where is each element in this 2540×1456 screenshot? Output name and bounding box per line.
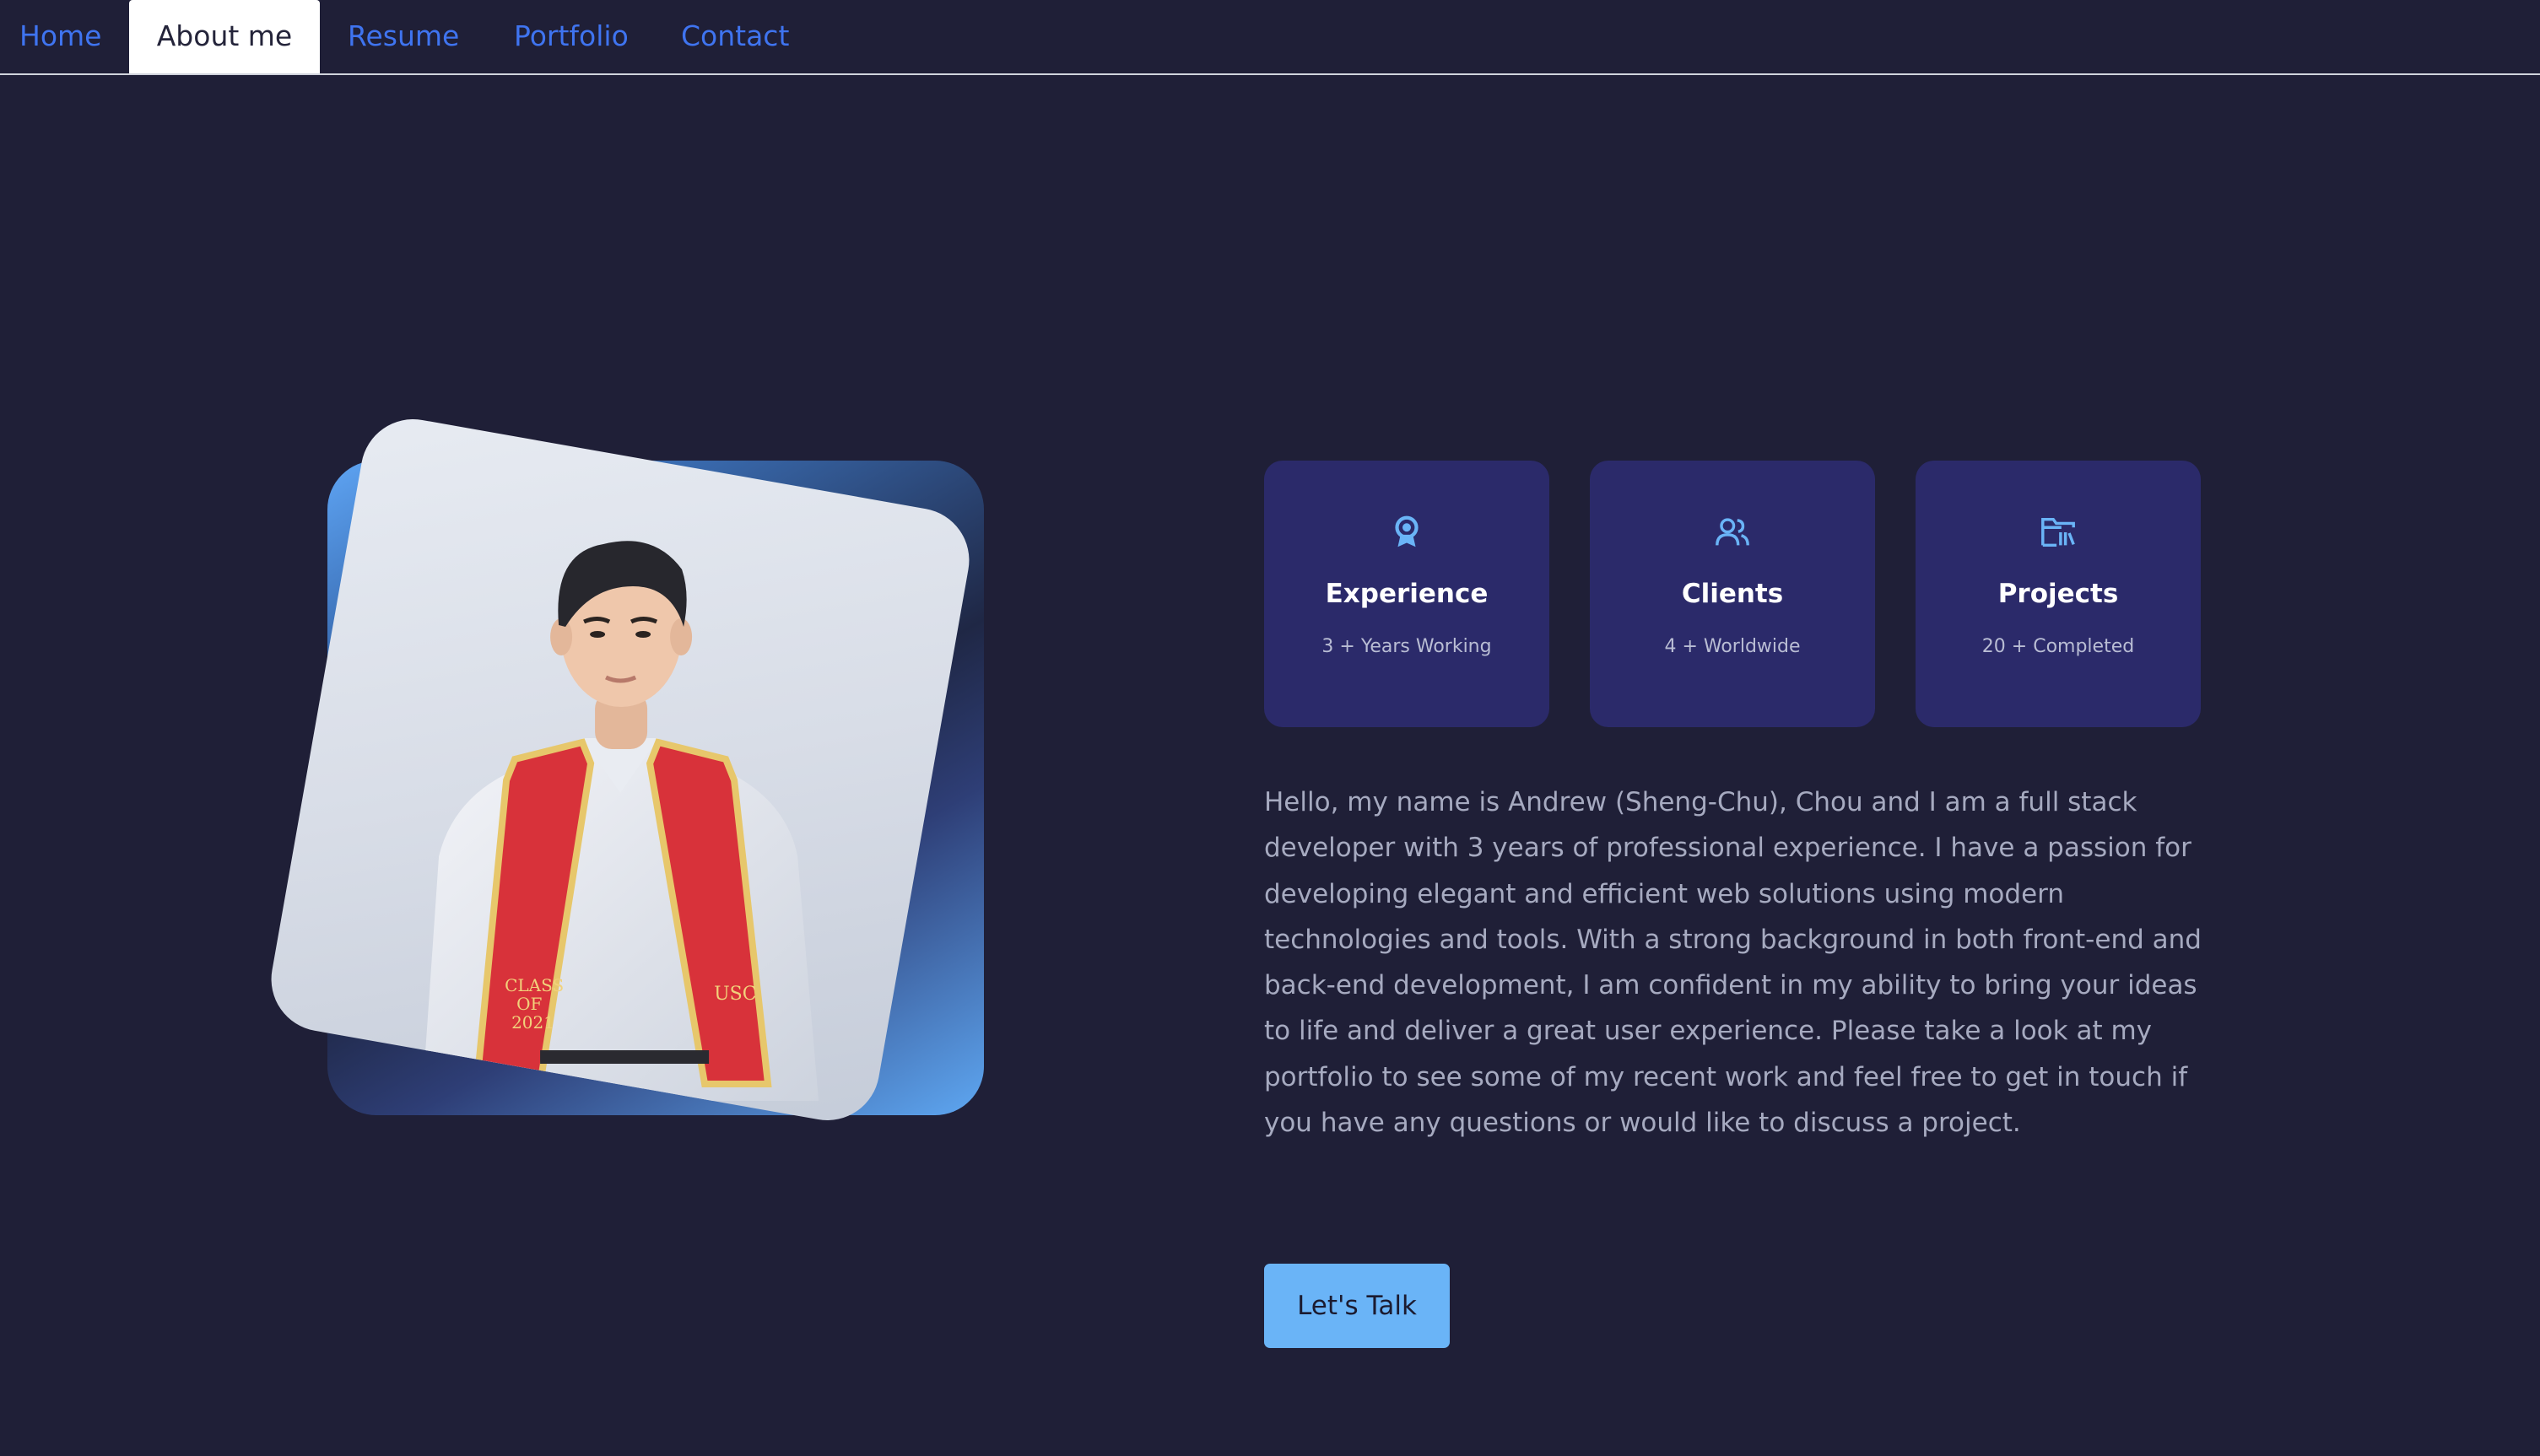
sash-class-text: CLASS: [505, 975, 564, 995]
profile-photo: CLASS OF 2021 USC: [262, 411, 978, 1129]
users-icon: [1716, 518, 1749, 546]
nav-about-me[interactable]: About me: [129, 0, 320, 73]
svg-text:OF: OF: [516, 994, 542, 1014]
stat-title: Clients: [1681, 579, 1784, 609]
stat-subtitle: 4 + Worldwide: [1664, 636, 1801, 657]
stat-title: Projects: [1997, 579, 2119, 609]
svg-text:2021: 2021: [511, 1012, 554, 1033]
stat-card-experience: Experience 3 + Years Working: [1264, 461, 1549, 727]
stat-subtitle: 20 + Completed: [1981, 636, 2135, 657]
award-icon: [1395, 515, 1419, 547]
folder-icon: [2041, 517, 2075, 547]
graduate-portrait: CLASS OF 2021 USC: [422, 541, 819, 1102]
nav-home[interactable]: Home: [19, 0, 101, 73]
stat-card-clients: Clients 4 + Worldwide: [1590, 461, 1875, 727]
stat-subtitle: 3 + Years Working: [1321, 636, 1492, 657]
top-nav: Home About me Resume Portfolio Contact: [0, 0, 2540, 75]
lets-talk-button[interactable]: Let's Talk: [1264, 1264, 1450, 1348]
stat-card-projects: Projects 20 + Completed: [1916, 461, 2201, 727]
nav-portfolio[interactable]: Portfolio: [514, 0, 629, 73]
nav-resume[interactable]: Resume: [348, 0, 459, 73]
sash-usc-text: USC: [714, 984, 756, 1005]
stat-title: Experience: [1325, 579, 1489, 609]
nav-contact[interactable]: Contact: [681, 0, 789, 73]
about-bio-text: Hello, my name is Andrew (Sheng-Chu), Ch…: [1264, 787, 2202, 1139]
